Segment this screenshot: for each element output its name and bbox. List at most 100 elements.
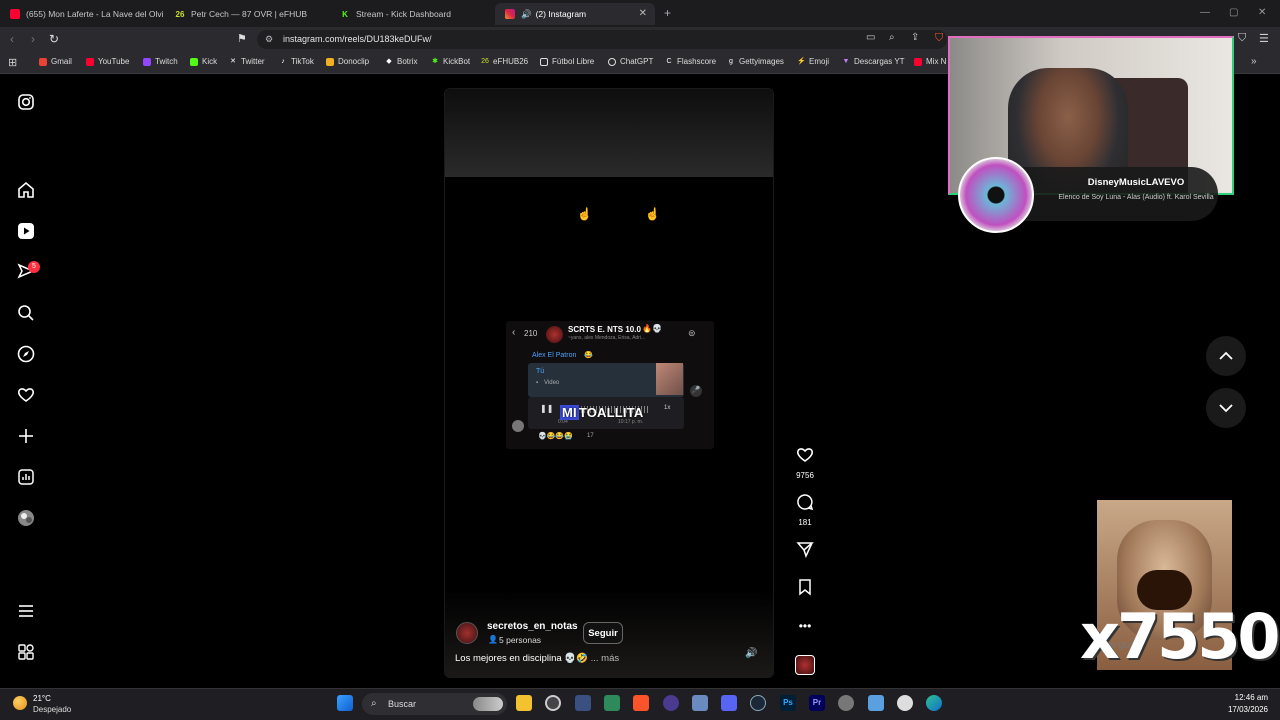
collab-people[interactable]: 👤 5 personas	[488, 635, 541, 645]
meta-apps-icon[interactable]	[17, 643, 35, 661]
cast-icon[interactable]: ▭	[866, 32, 875, 43]
more-options-icon[interactable]: •••	[795, 617, 815, 635]
author-avatar[interactable]	[456, 622, 478, 644]
create-icon[interactable]	[17, 427, 35, 445]
tab-instagram[interactable]: 🔊 (2) Instagram ✕	[495, 3, 655, 25]
reels-icon[interactable]	[17, 222, 35, 240]
file-explorer-icon[interactable]	[516, 695, 532, 711]
brave-shield-icon[interactable]: ⛉	[935, 32, 943, 45]
home-icon[interactable]	[17, 181, 35, 199]
close-icon[interactable]: ✕	[639, 8, 647, 19]
author-username[interactable]: secretos_en_notas	[487, 621, 578, 632]
send-icon[interactable]	[795, 540, 815, 563]
photoshop-icon[interactable]: Ps	[780, 695, 796, 711]
notepad-icon[interactable]	[868, 695, 884, 711]
more-bookmarks-icon[interactable]: »	[1251, 56, 1257, 67]
zoom-icon[interactable]: ⌕	[889, 32, 895, 43]
forward-icon[interactable]: ›	[31, 32, 35, 46]
bookmark-icon[interactable]: ⚑	[237, 32, 247, 45]
vpn-icon[interactable]: ⛉	[1238, 32, 1246, 45]
bookmark-emoji[interactable]: ⚡ Emoji	[797, 57, 829, 66]
next-reel-button[interactable]	[1206, 388, 1246, 428]
bookmark-gmail[interactable]: Gmail	[39, 57, 72, 66]
donoclip-icon	[326, 57, 334, 66]
share-action[interactable]	[795, 540, 815, 563]
bookmark-botrix[interactable]: ◆ Botrix	[385, 57, 417, 66]
bookmark-twitch[interactable]: Twitch	[143, 57, 178, 66]
instagram-logo-icon[interactable]	[17, 93, 35, 111]
minimize-button[interactable]: —	[1200, 7, 1210, 18]
app-icon[interactable]	[604, 695, 620, 711]
discord-icon[interactable]	[721, 695, 737, 711]
volume-icon[interactable]: 🔊	[745, 648, 757, 659]
previous-reel-button[interactable]	[1206, 336, 1246, 376]
steam-icon[interactable]	[750, 695, 766, 711]
apps-grid-icon[interactable]: ⊞	[8, 56, 17, 69]
bookmark-gettyimages[interactable]: g Gettyimages	[727, 57, 784, 66]
media-player-icon[interactable]	[663, 695, 679, 711]
moon-icon[interactable]	[13, 696, 27, 710]
bookmark-efhub26[interactable]: 26 eFHUB26	[481, 57, 528, 66]
share-icon[interactable]: ⇪	[911, 32, 919, 43]
profile-avatar[interactable]	[17, 509, 35, 527]
windows-start-icon[interactable]	[337, 695, 353, 711]
tab-efhub[interactable]: 26 Petr Cech — 87 OVR | eFHUB	[165, 3, 330, 25]
settings-icon[interactable]	[838, 695, 854, 711]
insights-icon[interactable]	[17, 468, 35, 486]
premiere-icon[interactable]: Pr	[809, 695, 825, 711]
search-icon[interactable]	[17, 304, 35, 322]
brave-icon[interactable]	[633, 695, 649, 711]
bookmark-flashscore[interactable]: C Flashscore	[665, 57, 716, 66]
tab-youtube[interactable]: (655) Mon Laferte - La Nave del Olvi	[0, 3, 165, 25]
comment-action[interactable]: 181	[795, 493, 815, 527]
address-bar[interactable]: ⚙ instagram.com/reels/DU183keDUFw/	[257, 30, 947, 49]
heart-icon[interactable]	[17, 386, 35, 404]
bookmark-twitter[interactable]: ✕ Twitter	[229, 57, 265, 66]
explore-icon[interactable]	[17, 345, 35, 363]
tab-label: (655) Mon Laferte - La Nave del Olvi	[26, 9, 164, 19]
menu-icon[interactable]: ☰	[1259, 32, 1269, 45]
clock-time[interactable]: 12:46 am	[1226, 693, 1268, 702]
more-link[interactable]: ... más	[591, 653, 620, 664]
audio-thumbnail[interactable]	[795, 655, 815, 675]
taskbar-search[interactable]: ⌕ Buscar	[362, 693, 507, 715]
mic-icon: 🎤	[690, 385, 702, 397]
save-action[interactable]	[795, 578, 815, 601]
bookmark-descargas-yt[interactable]: ▼ Descargas YT	[842, 57, 905, 66]
reply-thumbnail	[656, 363, 683, 395]
bookmark-tiktok[interactable]: ♪ TikTok	[279, 57, 314, 66]
reload-icon[interactable]: ↻	[49, 32, 59, 46]
play-icon[interactable]	[897, 695, 913, 711]
temperature[interactable]: 21°C	[33, 694, 51, 703]
fire-skull-emoji: 🔥💀	[642, 324, 662, 333]
back-icon[interactable]: ‹	[10, 32, 14, 46]
descargas-icon: ▼	[842, 57, 850, 65]
more-menu-icon[interactable]	[17, 602, 35, 620]
bookmark-futbol-libre[interactable]: Fútbol Libre	[540, 57, 594, 66]
maximize-button[interactable]: ▢	[1229, 7, 1238, 18]
comment-icon[interactable]	[795, 493, 815, 516]
bookmark-mix[interactable]: Mix N	[914, 57, 946, 66]
reel-video[interactable]: ☝ ☝ ‹ 210 SCRTS E. NTS 10.0 🔥💀 ~yans, al…	[444, 88, 774, 678]
bookmark-kickbot[interactable]: ✱ KickBot	[431, 57, 470, 66]
heart-icon[interactable]	[795, 446, 815, 469]
bookmark-youtube[interactable]: YouTube	[86, 57, 129, 66]
site-info-icon[interactable]: ⚙	[265, 30, 273, 49]
new-tab-button[interactable]: +	[664, 6, 671, 20]
like-action[interactable]: 9756	[795, 446, 815, 480]
bookmark-kick[interactable]: Kick	[190, 57, 217, 66]
app-icon[interactable]	[575, 695, 591, 711]
obs-icon[interactable]	[545, 695, 561, 711]
search-icon: ⌕	[371, 698, 377, 709]
window-close-button[interactable]: ✕	[1258, 7, 1266, 18]
weather-condition[interactable]: Despejado	[33, 705, 71, 714]
reel-caption[interactable]: Los mejores en disciplina 💀🤣 ... más	[455, 653, 619, 664]
edge-icon[interactable]	[926, 695, 942, 711]
clock-date[interactable]: 17/03/2026	[1220, 705, 1268, 714]
bookmark-icon[interactable]	[795, 578, 815, 601]
tab-kick[interactable]: K Stream - Kick Dashboard	[330, 3, 495, 25]
calculator-icon[interactable]	[692, 695, 708, 711]
bookmark-chatgpt[interactable]: ChatGPT	[608, 57, 653, 66]
follow-button[interactable]: Seguir	[583, 622, 623, 644]
bookmark-donoclip[interactable]: Donoclip	[326, 57, 369, 66]
